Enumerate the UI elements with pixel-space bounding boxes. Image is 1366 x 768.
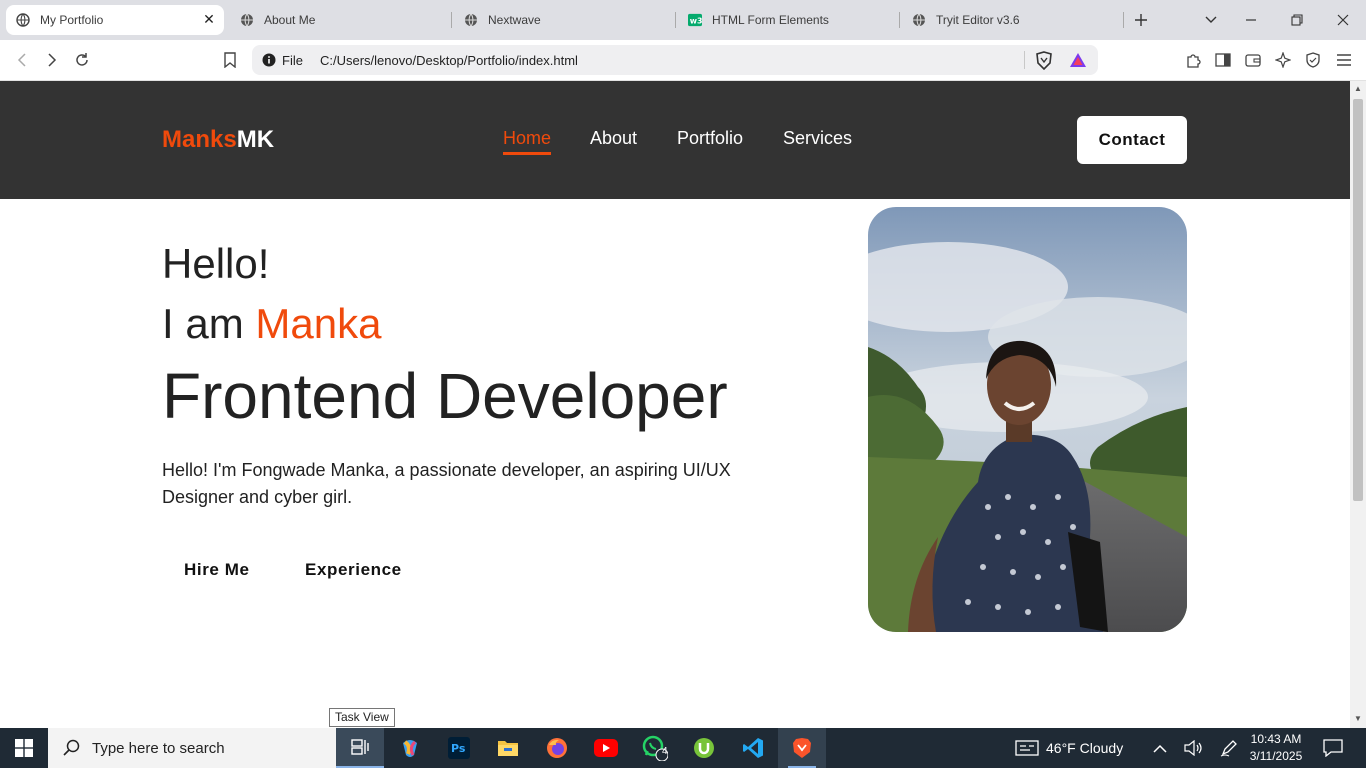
tab-separator bbox=[1123, 12, 1124, 28]
nav-services[interactable]: Services bbox=[783, 128, 852, 149]
w3schools-icon: w3 bbox=[688, 13, 702, 27]
scroll-up-icon[interactable]: ▲ bbox=[1354, 85, 1362, 93]
logo-part-1: Manks bbox=[162, 126, 237, 153]
wallet-icon[interactable] bbox=[1243, 50, 1263, 70]
tab-label: About Me bbox=[264, 13, 316, 27]
taskbar-search-box[interactable]: Type here to search bbox=[48, 728, 336, 768]
bookmark-icon[interactable] bbox=[220, 50, 240, 70]
hero-name: Manka bbox=[255, 300, 382, 347]
tab-my-portfolio[interactable]: My Portfolio ✕ bbox=[6, 5, 224, 35]
hero-description: Hello! I'm Fongwade Manka, a passionate … bbox=[162, 460, 731, 507]
notifications-icon[interactable] bbox=[1323, 739, 1343, 762]
browser-tab-strip: My Portfolio ✕ About Me Nextwave w3 HTML… bbox=[0, 0, 1366, 40]
show-hidden-icons-chevron-icon[interactable] bbox=[1153, 741, 1167, 759]
page-viewport: ManksMK Home About Portfolio Services Co… bbox=[0, 81, 1350, 728]
restore-icon[interactable] bbox=[1287, 10, 1307, 30]
taskbar-clock[interactable]: 10:43 AM 3/11/2025 bbox=[1244, 731, 1308, 765]
page-scrollbar[interactable]: ▲ ▼ bbox=[1350, 81, 1366, 728]
address-bar[interactable]: File C:/Users/lenovo/Desktop/Portfolio/i… bbox=[252, 45, 1098, 75]
hire-me-button[interactable]: Hire Me bbox=[184, 560, 250, 580]
clock-time: 10:43 AM bbox=[1250, 732, 1302, 746]
url-divider bbox=[1024, 51, 1025, 69]
globe-icon bbox=[464, 13, 478, 27]
new-tab-icon[interactable] bbox=[1131, 10, 1151, 30]
globe-icon bbox=[16, 13, 30, 27]
svg-text:Ps: Ps bbox=[451, 742, 466, 755]
close-tab-icon[interactable]: ✕ bbox=[202, 12, 216, 26]
leo-ai-icon[interactable] bbox=[1273, 50, 1293, 70]
scroll-thumb[interactable] bbox=[1353, 99, 1363, 501]
tab-tryit-editor[interactable]: Tryit Editor v3.6 bbox=[902, 5, 1120, 35]
clock-date: 3/11/2025 bbox=[1249, 749, 1303, 763]
svg-text:w3: w3 bbox=[690, 17, 702, 26]
photoshop-icon[interactable]: Ps bbox=[435, 728, 483, 768]
tab-html-form-elements[interactable]: w3 HTML Form Elements bbox=[678, 5, 896, 35]
close-window-icon[interactable] bbox=[1333, 10, 1353, 30]
utorrent-icon[interactable] bbox=[680, 728, 728, 768]
hero-role: Frontend Developer bbox=[162, 360, 728, 432]
vpn-shield-icon[interactable] bbox=[1303, 50, 1323, 70]
extensions-icon[interactable] bbox=[1183, 50, 1203, 70]
globe-icon bbox=[240, 13, 254, 27]
site-header: ManksMK Home About Portfolio Services Co… bbox=[0, 81, 1350, 199]
firefox-icon[interactable] bbox=[533, 728, 581, 768]
volume-icon[interactable] bbox=[1184, 739, 1202, 761]
windows-start-icon[interactable] bbox=[0, 728, 48, 768]
menu-icon[interactable] bbox=[1334, 50, 1354, 70]
profile-photo bbox=[868, 207, 1187, 632]
browser-toolbar: File C:/Users/lenovo/Desktop/Portfolio/i… bbox=[0, 40, 1366, 81]
globe-icon bbox=[912, 13, 926, 27]
minimize-icon[interactable] bbox=[1241, 10, 1261, 30]
nav-active-underline bbox=[503, 152, 551, 155]
url-text[interactable]: C:/Users/lenovo/Desktop/Portfolio/index.… bbox=[320, 53, 578, 68]
tab-nextwave[interactable]: Nextwave bbox=[454, 5, 672, 35]
tab-about-me[interactable]: About Me bbox=[230, 5, 448, 35]
forward-icon[interactable] bbox=[42, 50, 62, 70]
youtube-icon[interactable] bbox=[582, 728, 630, 768]
tab-label: HTML Form Elements bbox=[712, 13, 829, 27]
weather-icon[interactable] bbox=[1015, 739, 1039, 762]
sidebar-icon[interactable] bbox=[1213, 50, 1233, 70]
weather-text[interactable]: 46°F Cloudy bbox=[1046, 740, 1123, 756]
nav-about[interactable]: About bbox=[590, 128, 637, 149]
iam-prefix: I am bbox=[162, 300, 256, 347]
tab-separator bbox=[899, 12, 900, 28]
whatsapp-icon[interactable]: 4 bbox=[631, 728, 679, 768]
logo-part-2: MK bbox=[236, 126, 275, 153]
pen-workspace-icon[interactable] bbox=[1220, 739, 1238, 762]
back-icon[interactable] bbox=[12, 50, 32, 70]
file-explorer-icon[interactable] bbox=[484, 728, 532, 768]
tab-label: Nextwave bbox=[488, 13, 541, 27]
vscode-icon[interactable] bbox=[729, 728, 777, 768]
url-scheme-label: File bbox=[282, 53, 303, 68]
task-view-tooltip: Task View bbox=[329, 708, 395, 727]
brave-rewards-icon[interactable] bbox=[1069, 52, 1087, 73]
task-view-icon[interactable] bbox=[336, 728, 384, 768]
info-icon[interactable] bbox=[262, 53, 276, 67]
hero-intro-line: I am Manka bbox=[162, 300, 381, 348]
tab-search-chevron-icon[interactable] bbox=[1201, 10, 1221, 30]
site-logo[interactable]: ManksMK bbox=[162, 126, 274, 154]
experience-button[interactable]: Experience bbox=[305, 560, 402, 580]
copilot-icon[interactable] bbox=[386, 728, 434, 768]
tab-separator bbox=[451, 12, 452, 28]
nav-home[interactable]: Home bbox=[503, 128, 551, 149]
windows-taskbar: Type here to search Ps 4 46°F Cloudy 10:… bbox=[0, 728, 1366, 768]
contact-button[interactable]: Contact bbox=[1077, 116, 1187, 164]
reload-icon[interactable] bbox=[72, 50, 92, 70]
hero-greeting: Hello! bbox=[162, 240, 270, 287]
brave-shield-icon[interactable] bbox=[1035, 51, 1053, 75]
tab-label: Tryit Editor v3.6 bbox=[936, 13, 1020, 27]
search-placeholder: Type here to search bbox=[92, 739, 225, 757]
search-icon bbox=[62, 738, 82, 758]
nav-portfolio[interactable]: Portfolio bbox=[677, 128, 743, 149]
whatsapp-badge: 4 bbox=[662, 746, 668, 757]
tab-separator bbox=[675, 12, 676, 28]
brave-browser-icon[interactable] bbox=[778, 728, 826, 768]
scroll-down-icon[interactable]: ▼ bbox=[1354, 715, 1362, 723]
tab-label: My Portfolio bbox=[40, 13, 104, 27]
